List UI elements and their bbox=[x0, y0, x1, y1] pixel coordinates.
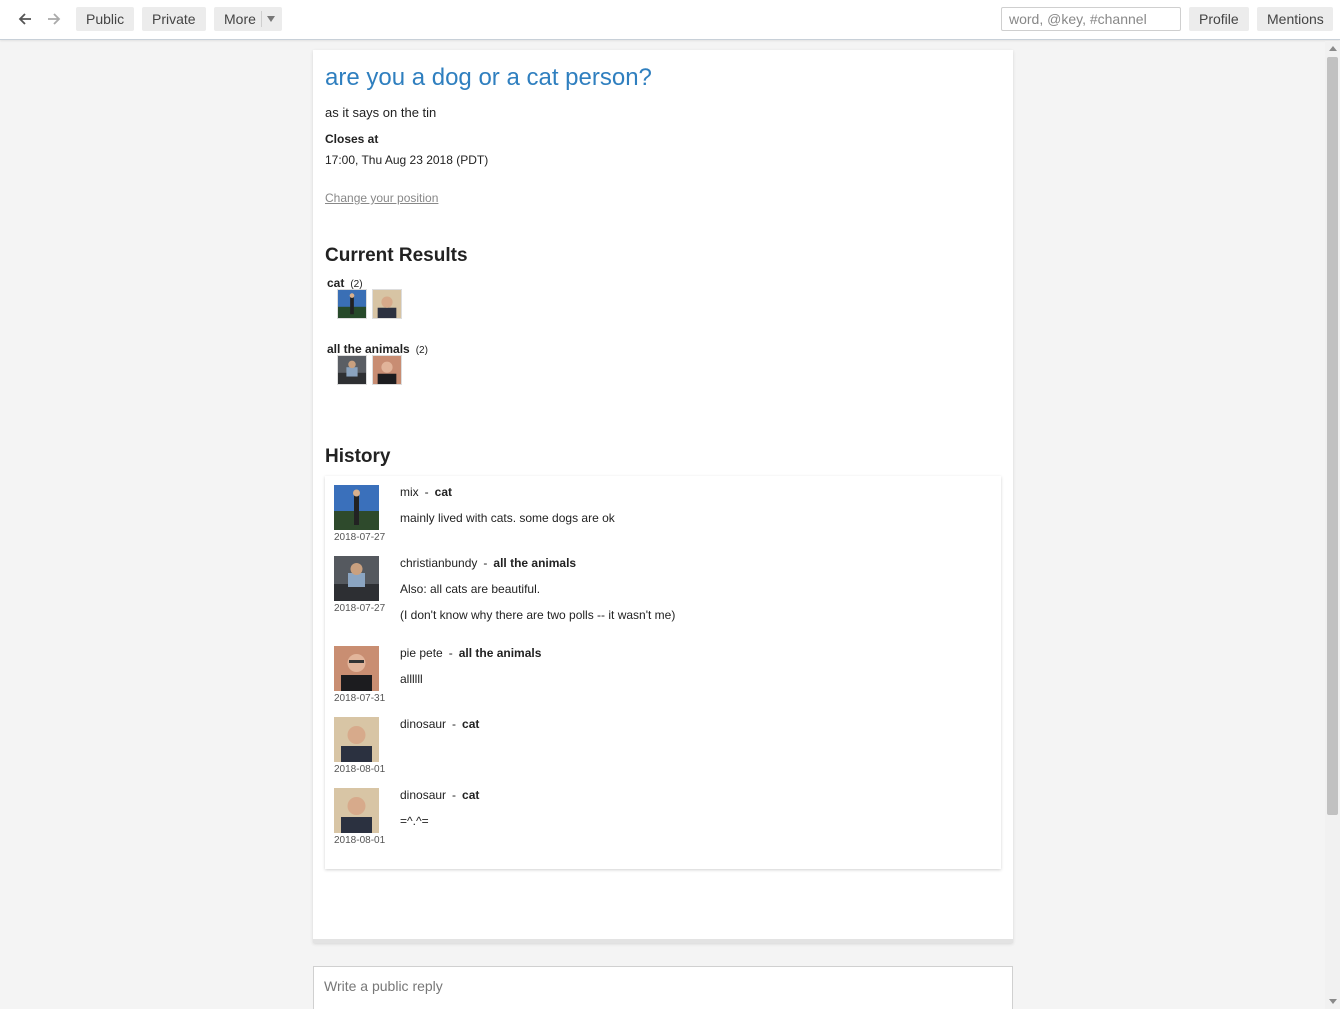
profile-button[interactable]: Profile bbox=[1189, 7, 1249, 31]
results-heading: Current Results bbox=[325, 245, 468, 266]
entry-date: 2018-07-31 bbox=[334, 693, 386, 704]
result-label: all the animals bbox=[327, 342, 410, 356]
entry-date: 2018-07-27 bbox=[334, 532, 386, 543]
author-name[interactable]: dinosaur bbox=[400, 788, 446, 802]
voter-avatars bbox=[337, 355, 402, 385]
result-group: all the animals (2) bbox=[327, 341, 428, 385]
result-label: cat bbox=[327, 276, 345, 290]
entry-date: 2018-08-01 bbox=[334, 835, 386, 846]
history-heading: History bbox=[325, 446, 391, 467]
reply-input[interactable] bbox=[313, 966, 1013, 1009]
poll-card: are you a dog or a cat person? as it say… bbox=[313, 50, 1013, 943]
author-name[interactable]: christianbundy bbox=[400, 556, 477, 570]
avatar[interactable] bbox=[337, 355, 367, 385]
position-label: cat bbox=[462, 717, 480, 731]
author-name[interactable]: dinosaur bbox=[400, 717, 446, 731]
chevron-down-icon[interactable] bbox=[267, 16, 275, 22]
entry-text: Also: all cats are beautiful. bbox=[400, 582, 541, 596]
voter-avatars bbox=[337, 289, 402, 319]
closes-value: 17:00, Thu Aug 23 2018 (PDT) bbox=[325, 153, 489, 167]
entry-text: =^.^= bbox=[400, 814, 429, 828]
back-arrow-icon[interactable] bbox=[14, 9, 36, 29]
entry-header: pie pete - all the animals bbox=[400, 646, 542, 660]
entry-header: mix - cat bbox=[400, 485, 453, 499]
avatar[interactable] bbox=[372, 355, 402, 385]
private-button[interactable]: Private bbox=[142, 7, 206, 31]
mentions-button[interactable]: Mentions bbox=[1257, 7, 1333, 31]
entry-text: allllll bbox=[400, 672, 423, 686]
avatar[interactable] bbox=[334, 485, 379, 530]
entry-text: mainly lived with cats. some dogs are ok bbox=[400, 511, 615, 525]
author-name[interactable]: pie pete bbox=[400, 646, 443, 660]
more-divider bbox=[261, 11, 262, 27]
result-count: (2) bbox=[415, 345, 428, 356]
forward-arrow-icon[interactable] bbox=[43, 9, 65, 29]
position-label: cat bbox=[462, 788, 480, 802]
avatar[interactable] bbox=[372, 289, 402, 319]
scroll-down-icon[interactable] bbox=[1329, 999, 1337, 1004]
top-bar: Public Private More Profile Mentions bbox=[0, 0, 1340, 40]
more-button[interactable]: More bbox=[214, 7, 282, 31]
avatar[interactable] bbox=[334, 556, 379, 601]
change-position-link[interactable]: Change your position bbox=[325, 191, 438, 205]
more-label: More bbox=[224, 11, 256, 27]
scrollbar-thumb[interactable] bbox=[1327, 57, 1338, 815]
poll-description: as it says on the tin bbox=[325, 105, 437, 120]
closes-label: Closes at bbox=[325, 132, 379, 146]
entry-text: (I don't know why there are two polls --… bbox=[400, 608, 676, 622]
avatar[interactable] bbox=[337, 289, 367, 319]
avatar[interactable] bbox=[334, 646, 379, 691]
public-button[interactable]: Public bbox=[76, 7, 134, 31]
position-label: all the animals bbox=[458, 646, 542, 660]
author-name[interactable]: mix bbox=[400, 485, 419, 499]
result-group: cat (2) bbox=[327, 275, 402, 319]
entry-date: 2018-08-01 bbox=[334, 764, 386, 775]
scroll-up-icon[interactable] bbox=[1329, 46, 1337, 51]
history-list: mix - cat mainly lived with cats. some dog… bbox=[325, 476, 1001, 869]
entry-date: 2018-07-27 bbox=[334, 603, 386, 614]
search-input[interactable] bbox=[1001, 7, 1181, 31]
entry-header: christianbundy - all the animals bbox=[400, 556, 577, 570]
avatar[interactable] bbox=[334, 788, 379, 833]
avatar[interactable] bbox=[334, 717, 379, 762]
poll-title[interactable]: are you a dog or a cat person? bbox=[325, 64, 652, 92]
position-label: all the animals bbox=[493, 556, 577, 570]
position-label: cat bbox=[434, 485, 453, 499]
scrollbar[interactable] bbox=[1325, 41, 1340, 1009]
entry-header: dinosaur - cat bbox=[400, 788, 480, 802]
entry-header: dinosaur - cat bbox=[400, 717, 480, 731]
